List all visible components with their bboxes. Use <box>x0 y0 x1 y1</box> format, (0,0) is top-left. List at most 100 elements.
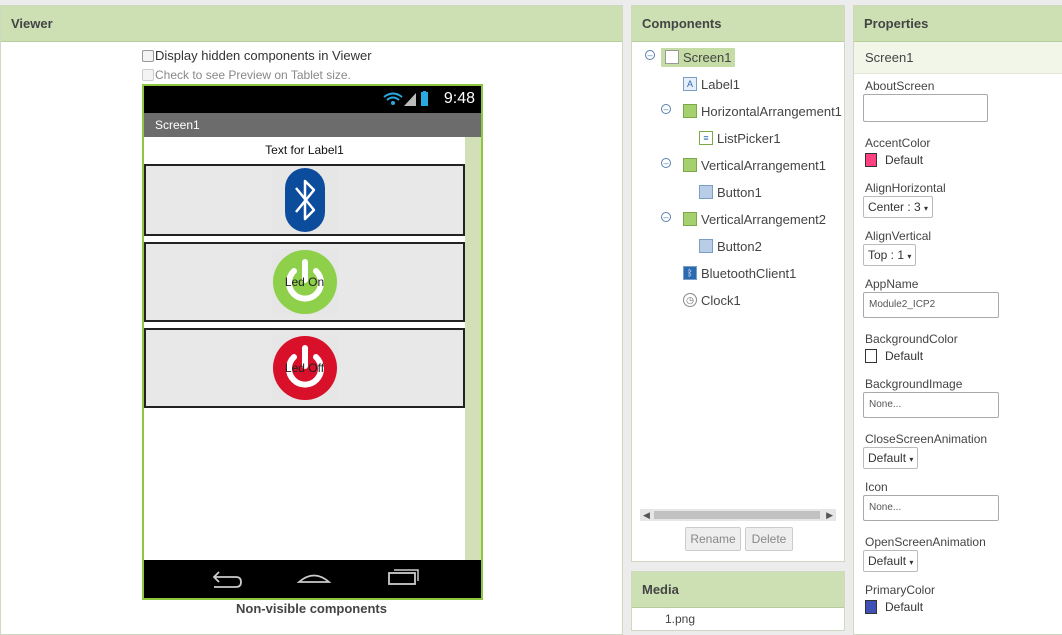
app-name-input[interactable]: Module2_ICP2 <box>863 292 999 318</box>
background-color-value: Default <box>885 349 924 363</box>
tree-label-screen1: Screen1 <box>683 49 732 65</box>
properties-component-name: Screen1 <box>854 42 1062 74</box>
tree-item-bluetooth-client1[interactable]: ᛒ BluetoothClient1 <box>683 263 796 283</box>
horizontal-arrangement-preview[interactable] <box>144 164 465 236</box>
button-icon <box>699 239 713 253</box>
hidden-components-option[interactable]: Display hidden components in Viewer <box>142 48 372 63</box>
status-time: 9:48 <box>443 90 475 107</box>
components-panel: Components – Screen1 A Label1 – Horizont… <box>631 5 845 562</box>
screen-icon <box>665 50 679 64</box>
tree-label-vertical-arrangement1: VerticalArrangement1 <box>701 157 827 173</box>
tree-item-button1[interactable]: Button1 <box>699 182 762 202</box>
phone-status-bar: 9:48 <box>144 86 481 113</box>
tree-item-screen1[interactable]: Screen1 <box>661 47 736 67</box>
viewer-title: Viewer <box>1 6 622 42</box>
delete-button[interactable]: Delete <box>745 527 793 551</box>
media-file-item[interactable]: 1.png <box>665 612 695 626</box>
primary-color-picker[interactable]: Default <box>865 600 923 614</box>
horizontal-arrangement-icon <box>683 104 697 118</box>
icon-input[interactable]: None... <box>863 495 999 521</box>
tree-item-vertical-arrangement1[interactable]: VerticalArrangement1 <box>683 155 826 175</box>
tablet-preview-label: Check to see Preview on Tablet size. <box>155 68 351 82</box>
phone-screen: Text for Label1 Led On Led Off <box>144 137 465 561</box>
accent-color-picker[interactable]: Default <box>865 153 923 167</box>
align-horizontal-value: Center : 3 <box>868 200 921 214</box>
tree-item-clock1[interactable]: ◷ Clock1 <box>683 290 741 310</box>
close-animation-value: Default <box>868 451 907 465</box>
collapse-screen1-icon[interactable]: – <box>645 50 655 60</box>
tree-item-horizontal-arrangement1[interactable]: HorizontalArrangement1 <box>683 101 842 121</box>
hidden-components-label: Display hidden components in Viewer <box>155 48 372 63</box>
components-horizontal-scrollbar[interactable]: ◀ ▶ <box>640 509 836 521</box>
tree-item-vertical-arrangement2[interactable]: VerticalArrangement2 <box>683 209 826 229</box>
accent-color-label: AccentColor <box>865 136 931 150</box>
tree-label-horizontal-arrangement1: HorizontalArrangement1 <box>701 103 842 119</box>
media-panel: Media 1.png <box>631 571 845 631</box>
dropdown-arrow-icon: ▾ <box>907 252 912 261</box>
dropdown-arrow-icon: ▾ <box>909 455 914 464</box>
button1-text: Led On <box>284 275 325 289</box>
collapse-vertical-arrangement1-icon[interactable]: – <box>661 158 671 168</box>
vertical-arrangement1-preview[interactable]: Led On <box>144 242 465 322</box>
align-horizontal-label: AlignHorizontal <box>865 181 946 195</box>
primary-color-label: PrimaryColor <box>865 583 936 597</box>
background-color-picker[interactable]: Default <box>865 349 923 363</box>
about-screen-textarea[interactable] <box>863 94 988 122</box>
status-icons <box>383 91 429 110</box>
collapse-horizontal-arrangement1-icon[interactable]: – <box>661 104 671 114</box>
app-name-label: AppName <box>865 277 919 291</box>
primary-color-swatch <box>865 600 877 614</box>
label-icon: A <box>683 77 697 91</box>
rename-button[interactable]: Rename <box>685 527 741 551</box>
back-icon <box>212 571 242 588</box>
tree-label-vertical-arrangement2: VerticalArrangement2 <box>701 211 827 227</box>
media-title: Media <box>632 572 844 608</box>
scrollbar-thumb[interactable] <box>654 511 820 519</box>
about-screen-label: AboutScreen <box>865 79 935 93</box>
align-horizontal-dropdown[interactable]: Center : 3 ▾ <box>863 196 934 218</box>
align-vertical-dropdown[interactable]: Top : 1 ▾ <box>863 244 917 266</box>
open-animation-value: Default <box>868 554 907 568</box>
button2-text: Led Off <box>284 361 325 375</box>
tablet-preview-option[interactable]: Check to see Preview on Tablet size. <box>142 68 351 82</box>
tree-label-listpicker1: ListPicker1 <box>717 130 781 146</box>
close-animation-dropdown[interactable]: Default ▾ <box>863 447 919 469</box>
scroll-right-icon[interactable]: ▶ <box>826 509 833 521</box>
vertical-arrangement2-preview[interactable]: Led Off <box>144 328 465 408</box>
label1-preview[interactable]: Text for Label1 <box>144 137 465 164</box>
vertical-arrangement-icon <box>683 158 697 172</box>
open-animation-label: OpenScreenAnimation <box>865 535 986 549</box>
scroll-left-icon[interactable]: ◀ <box>643 509 650 521</box>
button-icon <box>699 185 713 199</box>
primary-color-value: Default <box>885 600 924 614</box>
background-image-label: BackgroundImage <box>865 377 963 391</box>
dropdown-arrow-icon: ▾ <box>909 558 914 567</box>
listpicker-preview[interactable] <box>271 167 338 233</box>
align-vertical-value: Top : 1 <box>868 248 905 262</box>
tree-item-label1[interactable]: A Label1 <box>683 74 740 94</box>
clock-icon: ◷ <box>683 293 697 307</box>
tablet-preview-checkbox[interactable] <box>142 69 154 81</box>
icon-label: Icon <box>865 480 888 494</box>
tree-item-listpicker1[interactable]: ≡ ListPicker1 <box>699 128 781 148</box>
properties-panel: Properties Screen1 AboutScreen AccentCol… <box>853 5 1062 635</box>
components-title: Components <box>632 6 844 42</box>
tree-label-button2: Button2 <box>717 238 762 254</box>
nonvisible-components-label: Non-visible components <box>236 601 387 616</box>
phone-nav-bar <box>144 560 481 598</box>
close-animation-label: CloseScreenAnimation <box>865 432 988 446</box>
bluetooth-logo-icon <box>284 168 325 232</box>
collapse-vertical-arrangement2-icon[interactable]: – <box>661 212 671 222</box>
phone-scrollbar[interactable] <box>465 137 481 561</box>
open-animation-dropdown[interactable]: Default ▾ <box>863 550 919 572</box>
tree-label-clock1: Clock1 <box>701 292 741 308</box>
background-image-input[interactable]: None... <box>863 392 999 418</box>
recents-icon <box>388 572 416 585</box>
tree-item-button2[interactable]: Button2 <box>699 236 762 256</box>
dropdown-arrow-icon: ▾ <box>924 204 929 213</box>
bluetooth-icon: ᛒ <box>683 266 697 280</box>
hidden-components-checkbox[interactable] <box>142 49 154 62</box>
accent-color-swatch <box>865 153 877 167</box>
background-color-label: BackgroundColor <box>865 332 958 346</box>
home-icon <box>296 574 332 583</box>
